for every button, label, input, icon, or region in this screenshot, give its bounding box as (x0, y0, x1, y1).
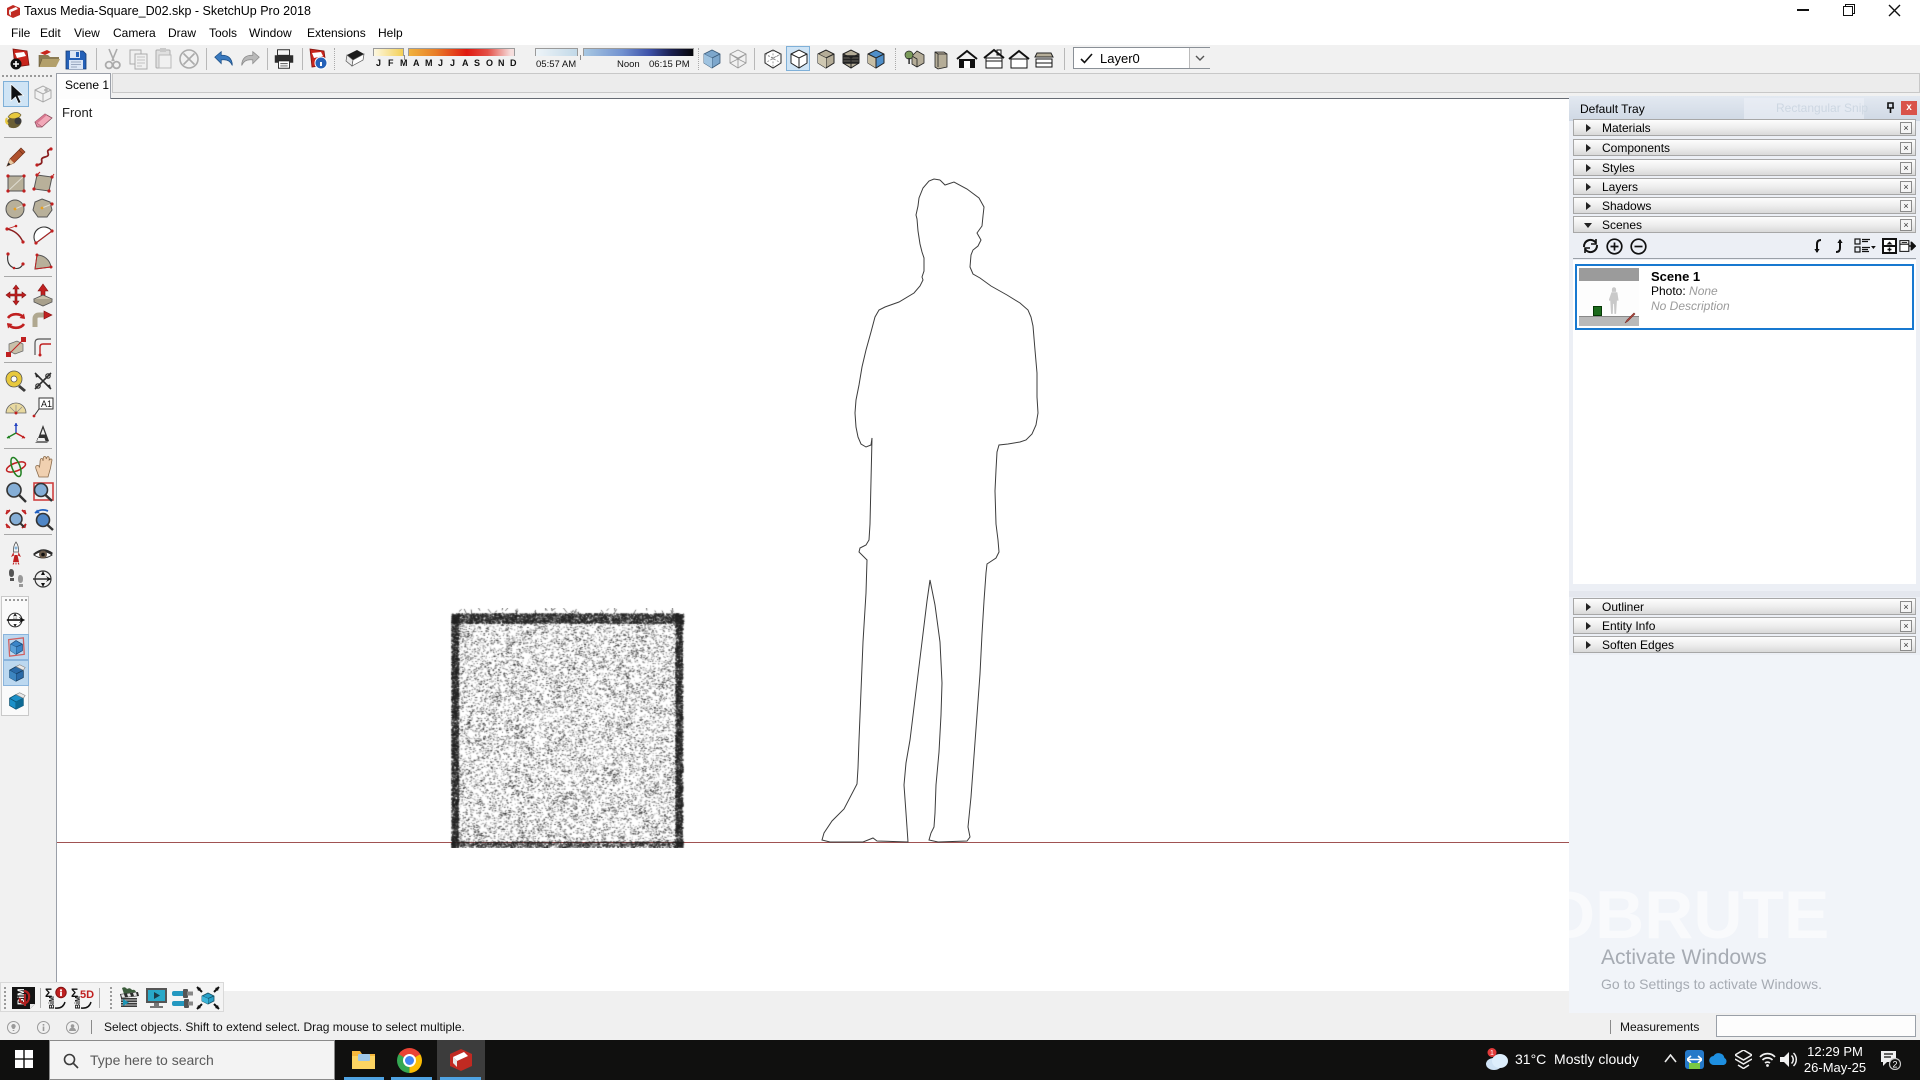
svg-text:1: 1 (1490, 1050, 1494, 1057)
svg-text:5D: 5D (80, 989, 94, 1001)
svg-text:2: 2 (1892, 1060, 1897, 1070)
svg-text:12: 12 (13, 615, 18, 620)
svg-text:A1: A1 (41, 399, 52, 409)
svg-text:BiM: BiM (49, 996, 56, 1009)
